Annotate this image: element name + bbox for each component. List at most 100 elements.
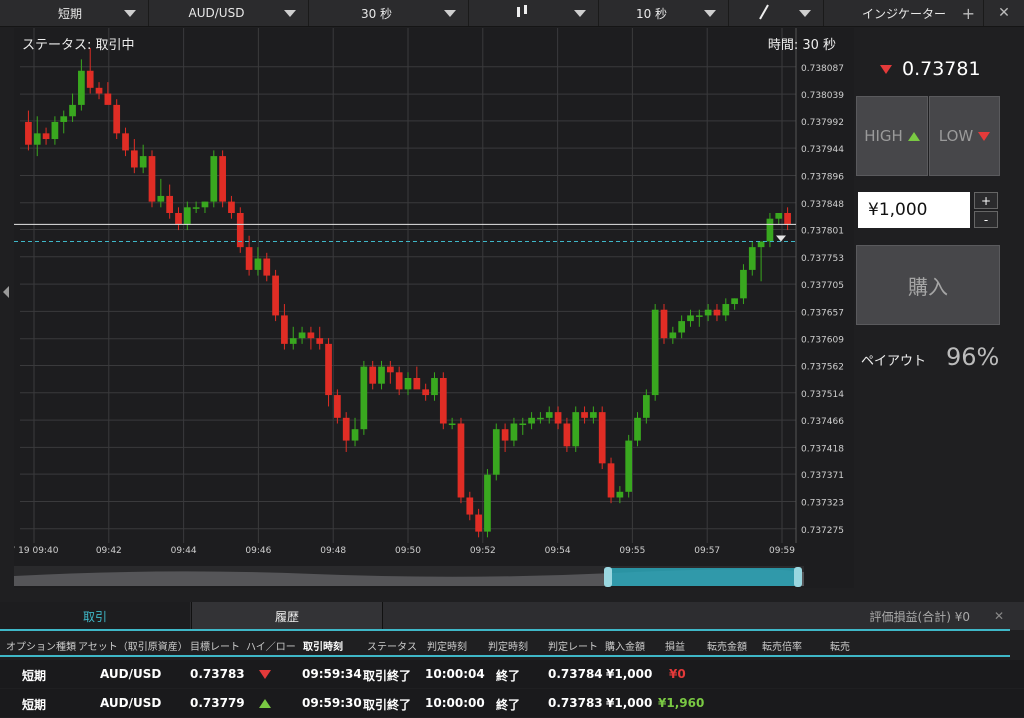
collapse-left-handle[interactable] [0,280,14,304]
candle [501,429,509,441]
down-arrow-icon [880,64,892,74]
low-label: LOW [938,127,974,145]
y-tick-label: 0.737848 [801,200,844,210]
cell-time: 09:59:34 [302,667,362,681]
candle [784,213,791,225]
tab-history[interactable]: 履歴 [191,602,383,630]
option-type-select[interactable]: 短期 [0,0,149,26]
y-tick-label: 0.738039 [801,91,844,101]
collapse-icon[interactable]: ✕ [984,602,1014,630]
pnl-total: 評価損益(合計) ¥0 [869,609,970,624]
chevron-down-icon [124,9,136,17]
x-tick-label: 09:46 [245,546,271,556]
col-resale-action: 転売 [830,642,850,653]
candlestick-icon [469,4,574,23]
cell-judge-rate: 0.73784 [548,667,603,681]
candle [669,332,677,339]
candle [678,321,686,333]
amount-decrease-button[interactable]: - [974,211,998,228]
candle [590,412,597,418]
chevron-down-icon [704,9,716,17]
col-target: 目標レート [190,642,240,653]
candle [395,372,403,390]
x-tick-label: 09:59 [769,546,795,556]
candle [351,429,359,441]
cell-option: 短期 [22,669,47,683]
buy-button[interactable]: 購入 [856,245,1000,325]
y-tick-label: 0.737801 [801,227,844,237]
candle [731,298,738,305]
y-tick-label: 0.737418 [801,444,844,454]
expiry-select[interactable]: 30 秒 [309,0,469,26]
candle [545,412,553,418]
chart-type-select[interactable] [469,0,599,26]
col-asset: アセット（取引原資産） [78,642,188,653]
x-tick-label: 09:54 [545,546,571,556]
cell-judge-time: 10:00:00 [425,696,485,710]
candle [316,338,324,344]
candle [254,258,262,270]
y-tick-label: 0.737323 [801,498,844,508]
tab-trade[interactable]: 取引 [0,602,190,630]
candle [369,366,377,384]
cell-pnl: ¥1,960 [658,696,705,710]
bottom-tabs: 取引 履歴 評価損益(合計) ¥0 ✕ [0,602,1024,630]
cell-judge-rate: 0.73783 [548,696,603,710]
candle [642,395,650,418]
chart-canvas: 0.738087 0.738039 0.737992 0.737944 0.737896… [10,28,844,587]
candle [528,417,535,424]
candle [245,247,253,270]
candle [554,412,562,424]
col-judge-time: 判定時刻 [427,642,467,653]
high-button[interactable]: HIGH [856,96,928,176]
cell-judge-status: 終了 [496,669,521,683]
low-button[interactable]: LOW [929,96,1000,176]
col-resale-rate: 転売倍率 [762,642,802,653]
candle [422,389,430,396]
candle [104,93,112,105]
candle [360,366,368,430]
candle [510,423,518,441]
interval-select[interactable]: 10 秒 [599,0,729,26]
candle [157,195,165,202]
candle [263,258,271,276]
price-chart[interactable]: 0.738087 0.738039 0.737992 0.737944 0.737896… [10,28,854,588]
x-tick-label: 09:55 [619,546,645,556]
candle [298,332,306,339]
cell-target: 0.73783 [190,667,245,681]
close-button[interactable]: ✕ [984,0,1024,26]
candle [122,133,129,151]
plus-icon[interactable]: + [962,4,975,23]
candle [634,417,641,441]
candle [219,156,226,202]
y-tick-label: 0.737944 [801,145,844,155]
candle [572,412,580,447]
x-tick-label: 7 19 09:40 [14,546,59,556]
candle [130,150,138,168]
candle [704,309,712,316]
table-row[interactable]: 短期 AUD/USD 0.73779 09:59:30 取引終了 10:00:0… [0,689,1024,717]
cell-time: 09:59:30 [302,696,362,710]
candle [175,213,182,225]
amount-input[interactable]: ¥1,000 [858,192,970,228]
candle [25,121,32,145]
x-tick-label: 09:42 [96,546,122,556]
cell-target: 0.73779 [190,696,245,710]
chevron-down-icon [284,9,296,17]
candle [484,474,491,532]
amount-increase-button[interactable]: + [974,192,998,209]
candle [148,156,156,202]
indicator-button[interactable]: インジケーター + [824,0,984,26]
y-tick-label: 0.737371 [801,471,844,481]
candle [183,207,191,225]
candle [86,70,94,88]
y-tick-label: 0.737657 [801,308,844,318]
candle [386,366,394,373]
candle [51,121,59,140]
chevron-down-icon [574,9,586,17]
asset-select[interactable]: AUD/USD [149,0,309,26]
table-row[interactable]: 短期 AUD/USD 0.73783 09:59:34 取引終了 10:00:0… [0,660,1024,688]
draw-tool-select[interactable] [729,0,824,26]
candle [748,247,756,270]
candle [413,378,421,390]
